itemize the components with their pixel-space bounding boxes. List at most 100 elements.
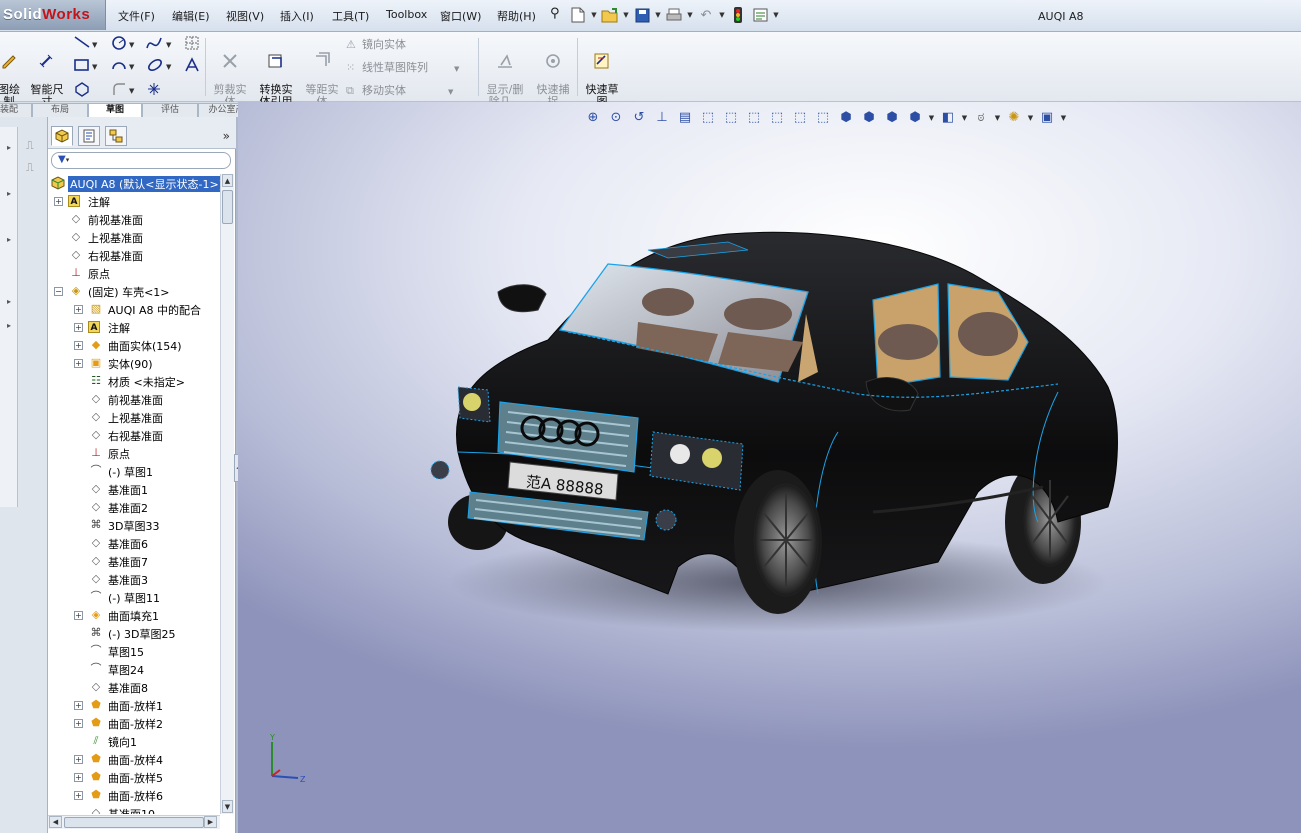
offset-entities-button[interactable]: 等距实 体 xyxy=(302,40,342,108)
zoom-to-fit-icon[interactable]: ⊕ xyxy=(582,108,604,128)
zoom-to-area-icon[interactable]: ⊙ xyxy=(605,108,627,128)
expand-icon[interactable]: + xyxy=(74,323,83,332)
expand-icon[interactable]: + xyxy=(54,197,63,206)
expand-icon[interactable]: + xyxy=(74,791,83,800)
section-view-icon[interactable]: ⊥ xyxy=(651,108,673,128)
stub-arrow-icon[interactable]: ▸ xyxy=(7,321,11,330)
step-icon[interactable]: ⎍ xyxy=(26,139,34,153)
tree-item[interactable]: + A 注解 xyxy=(48,192,220,210)
expand-icon[interactable]: + xyxy=(74,701,83,710)
tab-sketch[interactable]: 草图 xyxy=(88,103,142,118)
spline-tool[interactable]: ▼ xyxy=(145,34,175,54)
expand-icon[interactable]: + xyxy=(74,773,83,782)
move-dropdown-icon[interactable]: ▼ xyxy=(448,88,453,96)
circle-tool[interactable]: ▼ xyxy=(110,34,140,54)
tab-layout[interactable]: 布局 xyxy=(32,103,88,117)
collapse-icon[interactable]: − xyxy=(54,287,63,296)
tree-item[interactable]: ⫽ 镜向1 xyxy=(48,732,220,750)
tree-item[interactable]: ⌘ 3D草图33 xyxy=(48,516,220,534)
point-tool[interactable] xyxy=(145,80,175,100)
hidden-lines-removed-icon[interactable]: ⬚ xyxy=(743,108,765,128)
tab-evaluate[interactable]: 评估 xyxy=(142,103,198,117)
tree-item[interactable]: ⊥ 原点 xyxy=(48,444,220,462)
expand-icon[interactable]: + xyxy=(74,305,83,314)
tree-item[interactable]: ⌒ (-) 草图1 xyxy=(48,462,220,480)
arc-tool[interactable]: ▼ xyxy=(110,56,140,76)
tree-item[interactable]: + ▧ AUQI A8 中的配合 xyxy=(48,300,220,318)
tree-item[interactable]: ◇ 右视基准面 xyxy=(48,246,220,264)
convert-entities-button[interactable]: 转换实 体引用 xyxy=(255,40,297,108)
expand-icon[interactable]: + xyxy=(74,719,83,728)
stub-arrow-icon[interactable]: ▸ xyxy=(7,235,11,244)
tree-vertical-scrollbar[interactable]: ▲ ▼ xyxy=(220,174,234,814)
stub-arrow-icon[interactable]: ▸ xyxy=(7,189,11,198)
configurationmanager-tab[interactable] xyxy=(105,126,127,146)
mirror-entities-button[interactable]: ⚠ 镜向实体 xyxy=(346,36,406,52)
stub-arrow-icon[interactable]: ▸ xyxy=(7,143,11,152)
trim-entities-button[interactable]: 剪裁实 体 xyxy=(209,40,251,108)
tree-item[interactable]: + ⬟ 曲面-放样4 xyxy=(48,750,220,768)
tree-item[interactable]: ☷ 材质 <未指定> xyxy=(48,372,220,390)
wireframe-icon[interactable]: ⬚ xyxy=(697,108,719,128)
menu-tools[interactable]: 工具(T) xyxy=(332,8,369,24)
open-dropdown-icon[interactable]: ▼ xyxy=(622,11,630,19)
featuremanager-tab[interactable] xyxy=(51,126,73,146)
linear-pattern-dropdown-icon[interactable]: ▼ xyxy=(454,65,459,73)
rapid-sketch-button[interactable]: 快速草 图 xyxy=(582,40,622,108)
view-settings-icon[interactable]: ▣ xyxy=(1036,108,1058,128)
stub-arrow-icon[interactable]: ▸ xyxy=(7,297,11,306)
print-icon[interactable] xyxy=(664,5,684,25)
tree-filter-input[interactable]: ▼▾ xyxy=(51,152,231,169)
tree-item[interactable]: − ◈ (固定) 车壳<1> xyxy=(48,282,220,300)
options-icon[interactable] xyxy=(750,5,770,25)
menu-file[interactable]: 文件(F) xyxy=(118,8,155,24)
tree-item[interactable]: ⌘ (-) 3D草图25 xyxy=(48,624,220,642)
tab-assembly[interactable]: 装配 xyxy=(0,103,32,117)
perspective-icon[interactable]: ⬢ xyxy=(881,108,903,128)
rectangle-tool[interactable]: ▼ xyxy=(73,56,103,76)
shaded-with-edges-icon[interactable]: ⬢ xyxy=(835,108,857,128)
menu-window[interactable]: 窗口(W) xyxy=(440,8,481,24)
tree-item[interactable]: ◇ 上视基准面 xyxy=(48,228,220,246)
tree-item[interactable]: ◇ 基准面6 xyxy=(48,534,220,552)
undo-dropdown-icon[interactable]: ▼ xyxy=(718,11,726,19)
rebuild-traffic-light-icon[interactable] xyxy=(728,5,748,25)
solidworks-logo[interactable]: SolidWorks xyxy=(0,0,106,30)
tree-item[interactable]: ◇ 基准面7 xyxy=(48,552,220,570)
expand-icon[interactable]: + xyxy=(74,611,83,620)
display-style-dropdown-icon[interactable]: ▼ xyxy=(927,114,936,122)
quick-snaps-button[interactable]: 快速捕 捉 xyxy=(532,40,574,108)
print-dropdown-icon[interactable]: ▼ xyxy=(686,11,694,19)
apply-scene-icon[interactable]: ✺ xyxy=(1003,108,1025,128)
tree-item[interactable]: ◇ 前视基准面 xyxy=(48,210,220,228)
display-style-icon[interactable]: ⬢ xyxy=(904,108,926,128)
scroll-down-icon[interactable]: ▼ xyxy=(222,800,233,813)
hide-show-items-icon[interactable]: ◧ xyxy=(937,108,959,128)
tree-item[interactable]: + ◆ 曲面实体(154) xyxy=(48,336,220,354)
tree-item[interactable]: ◇ 基准面2 xyxy=(48,498,220,516)
tree-item[interactable]: ◇ 基准面8 xyxy=(48,678,220,696)
line-tool[interactable]: ▼ xyxy=(73,34,103,54)
draw-sketch-button[interactable]: 图绘 制 xyxy=(0,40,24,108)
hide-show-dropdown-icon[interactable]: ▼ xyxy=(960,114,969,122)
save-icon[interactable] xyxy=(632,5,652,25)
smart-dimension-button[interactable]: 智能尺 寸 xyxy=(27,40,67,108)
tree-item[interactable]: ◇ 基准面3 xyxy=(48,570,220,588)
tree-item[interactable]: ◇ 前视基准面 xyxy=(48,390,220,408)
step-icon[interactable]: ⎍ xyxy=(26,161,34,175)
shaded-edges-icon[interactable]: ⬚ xyxy=(766,108,788,128)
view-settings-dropdown-icon[interactable]: ▼ xyxy=(1059,114,1068,122)
shadows-icon[interactable]: ⬢ xyxy=(858,108,880,128)
tree-item[interactable]: ◇ 基准面1 xyxy=(48,480,220,498)
ellipse-tool[interactable]: ▼ xyxy=(145,56,175,76)
open-folder-icon[interactable] xyxy=(600,5,620,25)
expand-panel-icon[interactable]: » xyxy=(223,129,230,143)
expand-icon[interactable]: + xyxy=(74,341,83,350)
tree-item[interactable]: + ⬟ 曲面-放样1 xyxy=(48,696,220,714)
tree-root[interactable]: AUQI A8 (默认<显示状态-1>) xyxy=(48,174,220,192)
linear-pattern-button[interactable]: ⁙ 线性草图阵列 ▼ xyxy=(346,59,459,75)
filter-funnel-icon[interactable]: ▼▾ xyxy=(58,154,69,165)
scroll-left-icon[interactable]: ◀ xyxy=(49,816,62,828)
menu-help[interactable]: 帮助(H) xyxy=(497,8,536,24)
scroll-thumb[interactable] xyxy=(222,190,233,224)
